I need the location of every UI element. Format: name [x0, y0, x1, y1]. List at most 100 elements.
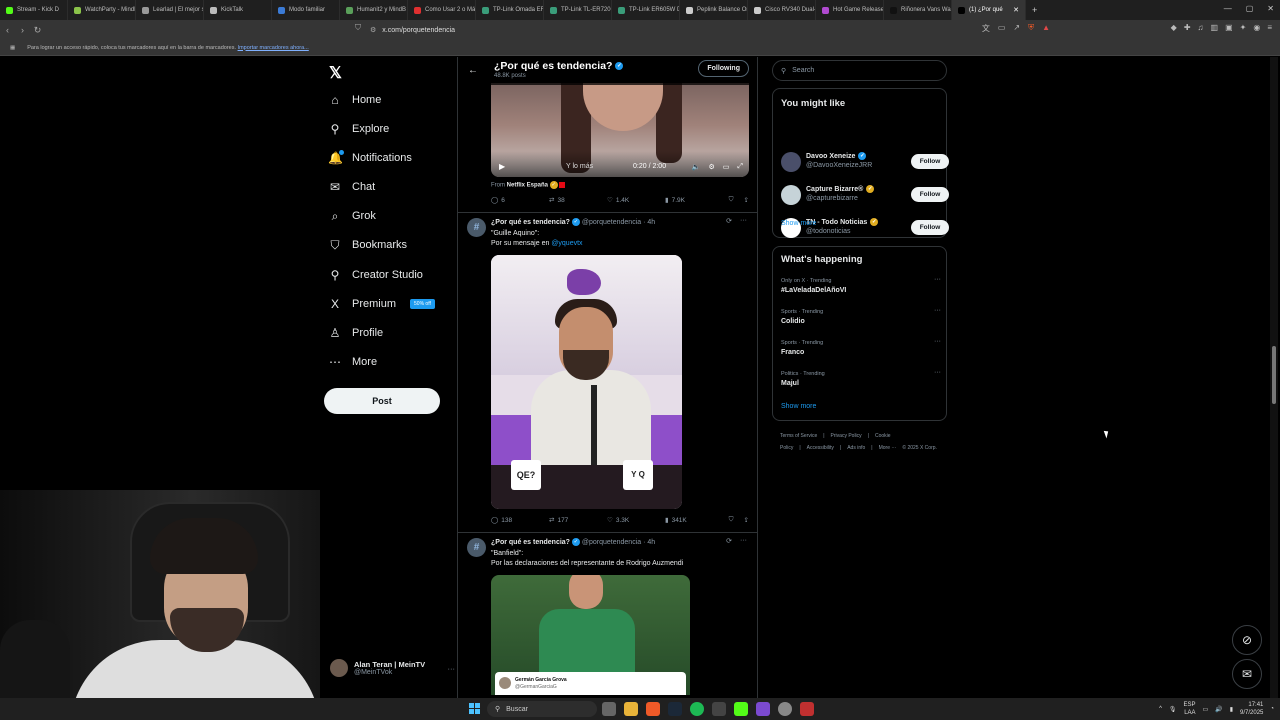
kick-icon[interactable] [734, 702, 748, 716]
nav-item-more[interactable]: ⋯ More [328, 352, 377, 372]
x-logo-icon[interactable]: 𝕏 [329, 63, 342, 83]
browser-tab[interactable]: Como Usar 2 o Má [408, 0, 476, 20]
author-name[interactable]: ¿Por qué es tendencia? [491, 219, 570, 226]
notification-icon[interactable]: ◔ [1270, 706, 1274, 712]
nav-item-grok[interactable]: ⌕ Grok [328, 206, 376, 226]
nav-item-notifications[interactable]: 🔔 Notifications [328, 148, 412, 168]
tweet-image[interactable]: QE? Y Q [491, 255, 682, 509]
task-view-icon[interactable] [602, 702, 616, 716]
forward-arrow-icon[interactable]: › [15, 25, 30, 35]
share-icon[interactable]: ⇪ [744, 196, 749, 204]
follow-button[interactable]: Follow [911, 154, 949, 169]
footer-link[interactable]: Privacy Policy [831, 433, 862, 439]
more-dots-icon[interactable]: ··· [934, 307, 941, 314]
puzzle-icon[interactable]: ✚ [1184, 23, 1191, 32]
nav-item-creator-studio[interactable]: ⚲ Creator Studio [328, 265, 423, 285]
translate-icon[interactable]: 文 [982, 23, 990, 34]
media-icon[interactable]: ♫ [1198, 23, 1204, 32]
profile-icon[interactable]: ◉ [1253, 23, 1260, 32]
pip-icon[interactable]: ▭ [723, 163, 730, 171]
battery-icon[interactable]: ▮ [1230, 706, 1233, 713]
close-window-icon[interactable]: ✕ [1267, 4, 1274, 13]
source-link[interactable]: Netflix España [507, 183, 548, 189]
suggested-account[interactable]: Capture Bizarre® ✓ @capturebizarre Follow [781, 184, 949, 206]
grok-icon[interactable]: ⟳ [726, 217, 732, 225]
more-dots-icon[interactable]: ··· [740, 537, 747, 545]
like-button[interactable]: ♡ 3.3K [607, 516, 665, 525]
browser-tab[interactable]: TP-Link TL-ER7206 [544, 0, 612, 20]
play-icon[interactable]: ▶ [499, 162, 505, 171]
scrollbar[interactable] [1270, 57, 1278, 700]
extension-icon[interactable]: ◆ [1171, 23, 1177, 32]
browser-tab[interactable]: Modo familiar [272, 0, 340, 20]
retweet-button[interactable]: ⇄ 177 [549, 516, 607, 525]
tweet-image[interactable]: Germán García Grova @GermanGarciaG [491, 575, 690, 695]
nav-item-profile[interactable]: ♙ Profile [328, 323, 384, 343]
browser-tab[interactable]: Peplink Balance One [680, 0, 748, 20]
browser-tab[interactable]: Humanit2 y MindB [340, 0, 408, 20]
close-tab-icon[interactable]: ✕ [1013, 6, 1019, 14]
nav-item-bookmarks[interactable]: ⛉ Bookmarks [328, 235, 407, 255]
author-name[interactable]: ¿Por qué es tendencia? [491, 539, 570, 546]
browser-tab[interactable]: TP-Link Omada ER [476, 0, 544, 20]
volume-icon[interactable]: 🔊 [1215, 706, 1222, 713]
monitor-icon[interactable]: ▭ [1203, 706, 1209, 713]
start-button[interactable] [469, 703, 480, 714]
browser-tab[interactable]: KickTalk [204, 0, 272, 20]
browser-tab[interactable]: Cisco RV340 Dual-W [748, 0, 816, 20]
messages-fab-icon[interactable]: ✉ [1232, 659, 1262, 689]
nav-item-chat[interactable]: ✉ Chat [328, 177, 375, 197]
more-dots-icon[interactable]: ··· [934, 369, 941, 376]
post-button[interactable]: Post [324, 388, 440, 414]
follow-button[interactable]: Follow [911, 187, 949, 202]
menu-icon[interactable]: ≡ [1267, 23, 1272, 32]
language-indicator[interactable]: ESP LAA [1184, 701, 1196, 717]
brave-shield-icon[interactable]: ⛨ [1028, 23, 1034, 34]
install-icon[interactable]: ▭ [998, 23, 1006, 34]
file-explorer-icon[interactable] [624, 702, 638, 716]
mention-link[interactable]: @yquevtx [551, 240, 582, 247]
browser-tab[interactable]: Riñonera Vans Was [884, 0, 952, 20]
apps-grid-icon[interactable]: ▦ [10, 45, 15, 51]
footer-link[interactable]: © 2025 X Corp. [902, 445, 937, 451]
tweet[interactable]: # ¿Por qué es tendencia? ✓ @porquetenden… [458, 532, 757, 700]
trend-item[interactable]: Sports · Trending Colidio ··· [781, 307, 941, 331]
more-dots-icon[interactable]: ··· [740, 217, 747, 225]
tweet[interactable]: # ¿Por qué es tendencia? ✓ @porquetenden… [458, 212, 757, 532]
like-button[interactable]: ♡ 1.4K [607, 196, 665, 205]
trend-item[interactable]: Sports · Trending Franco ··· [781, 338, 941, 362]
share-icon[interactable]: ↗ [1013, 23, 1020, 34]
show-more-link[interactable]: Show more [781, 403, 816, 410]
trend-item[interactable]: Only on X · Trending #LaVeladaDelAñoVI ··· [781, 276, 941, 300]
nav-item-home[interactable]: ⌂ Home [328, 90, 381, 110]
wallet-icon[interactable]: ▣ [1225, 23, 1233, 32]
sidebar-icon[interactable]: ▥ [1211, 23, 1219, 32]
bookmark-icon[interactable]: ⛉ [355, 23, 361, 33]
more-dots-icon[interactable]: ··· [934, 338, 941, 345]
reply-button[interactable]: ◯ 6 [491, 196, 549, 205]
more-dots-icon[interactable]: ··· [934, 276, 941, 283]
browser-tab[interactable]: Hot Game Releases [816, 0, 884, 20]
minimize-icon[interactable]: — [1224, 4, 1232, 13]
mic-icon[interactable]: 🎙 [1169, 706, 1177, 713]
clock[interactable]: 17:41 9/7/2025 [1240, 701, 1263, 717]
taskbar-search[interactable]: ⚲ Buscar [487, 701, 597, 717]
share-icon[interactable]: ⇪ [744, 516, 749, 524]
steam-icon[interactable] [668, 702, 682, 716]
browser-tab[interactable]: (1) ¿Por qué ✕ [952, 0, 1026, 20]
site-info-icon[interactable]: ⚙ [370, 26, 376, 34]
reply-button[interactable]: ◯ 138 [491, 516, 549, 525]
settings-icon[interactable] [778, 702, 792, 716]
brave-icon[interactable] [646, 702, 660, 716]
reload-icon[interactable]: ↻ [30, 25, 45, 36]
search-input[interactable]: ⚲ Search [772, 60, 947, 81]
spotify-icon[interactable] [690, 702, 704, 716]
app-icon[interactable] [756, 702, 770, 716]
settings-icon[interactable]: ⚙ [708, 163, 714, 171]
mute-icon[interactable]: 🔈 [692, 163, 701, 171]
footer-link[interactable]: More ··· [879, 445, 897, 451]
footer-link[interactable]: Terms of Service [780, 433, 817, 439]
suggested-account[interactable]: Davoo Xeneize ✓ @DavooXeneizeJRR Follow [781, 151, 949, 173]
leo-icon[interactable]: ✦ [1240, 23, 1247, 32]
retweet-button[interactable]: ⇄ 38 [549, 196, 607, 205]
